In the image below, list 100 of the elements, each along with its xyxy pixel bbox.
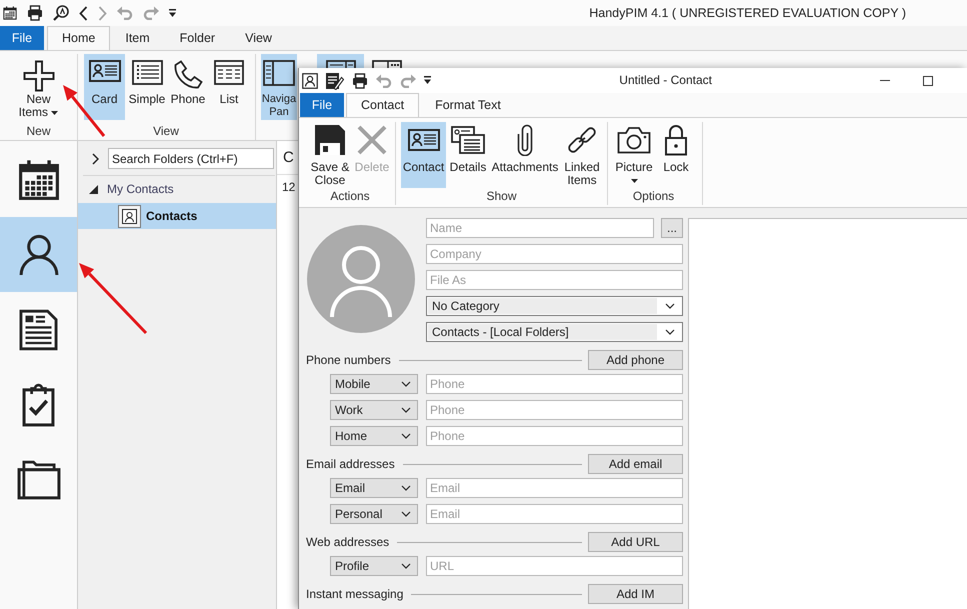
ribbon-tab[interactable]: Item [110,26,165,50]
group-label: Options [632,189,676,205]
lock-button[interactable]: Lock [658,122,694,188]
entry-field[interactable]: Email [426,504,683,524]
group-label: Actions [329,189,371,205]
chevron-left-icon[interactable] [79,6,88,20]
clipboard-check-icon [22,382,55,426]
entry-field[interactable]: Email [426,478,683,498]
entry-field[interactable]: URL [426,556,683,576]
card-icon [408,129,440,151]
ribbon-tab[interactable]: View [230,26,287,50]
calendar-icon[interactable] [3,6,17,20]
column-header: C [283,149,294,166]
printer-icon[interactable] [27,5,43,21]
maximize-icon[interactable] [923,76,933,86]
more-button[interactable]: ... [661,218,683,238]
ribbon-tab[interactable]: Format Text [419,93,517,117]
attachments-button[interactable]: Attachments [490,122,560,188]
add-entry-button[interactable]: Add phone [588,350,683,370]
pane-icon [263,60,295,86]
expanded-triangle-icon [89,184,98,194]
edit-notes-icon[interactable] [326,72,344,90]
entry-field[interactable]: Phone [426,374,683,394]
save-close-button[interactable]: Save & Close [309,122,351,188]
cross-icon [356,124,388,156]
notes-field[interactable] [688,218,967,609]
annotation-arrow [79,263,148,335]
chain-link-icon [566,125,598,155]
picture-button[interactable]: Picture [613,122,655,188]
entry-type-dropdown[interactable]: Personal [330,504,418,524]
entry-type-dropdown[interactable]: Home [330,426,418,446]
entry-field[interactable]: Phone [426,400,683,420]
group-label: New [25,124,52,140]
ribbon-tab[interactable]: Folder [164,26,230,50]
dropdown-caret-icon[interactable] [424,76,431,85]
bulleted-list-icon [132,60,162,85]
chevron-down-icon [401,433,411,439]
chevron-down-icon [665,303,675,309]
group-label: Show [485,189,518,205]
card-view-button[interactable]: Contact [401,122,446,188]
window-title: Untitled - Contact [619,73,712,88]
section-label: Web addresses [306,534,390,550]
list-view-button[interactable]: List [210,54,248,120]
section-label: Instant messaging [306,586,404,602]
group-label: View [152,124,180,140]
company-field[interactable]: Company [426,244,683,264]
pane-button[interactable] [317,54,364,68]
printer-icon[interactable] [352,72,368,88]
cards-icon [451,126,485,154]
entry-type-dropdown[interactable]: Email [330,478,418,498]
magnifier-icon[interactable] [53,5,69,21]
add-entry-button[interactable]: Add email [588,454,683,474]
pane-icon [372,60,402,68]
window-title: HandyPIM 4.1 ( UNREGISTERED EVALUATION COPY ) [589,6,906,20]
caret-icon [51,110,58,115]
camera-icon [617,126,651,154]
folder-icon [16,460,60,500]
entry-field[interactable]: Phone [426,426,683,446]
chevron-down-icon [665,329,675,335]
linked-items-button[interactable]: Linked Items [562,122,602,188]
padlock-icon [664,124,688,156]
paperclip-icon [517,124,533,156]
contact-card-icon[interactable] [302,72,318,88]
card-view-button[interactable]: Card [84,54,125,120]
chevron-right-icon[interactable] [92,152,99,164]
entry-type-dropdown[interactable]: Profile [330,556,418,576]
pane-icon [326,60,356,68]
navigation-pane-button[interactable]: Naviga Pan [261,54,297,120]
phone-view-button[interactable]: Phone [169,54,207,120]
category-dropdown[interactable]: No Category [426,296,683,316]
document-icon [19,308,58,350]
section-label: Phone numbers [306,352,391,368]
details-button[interactable]: Details [448,122,488,188]
file-tab[interactable]: File [300,93,344,117]
entry-type-dropdown[interactable]: Mobile [330,374,418,394]
section-label: Email addresses [306,456,395,472]
chevron-down-icon [401,485,411,491]
simple-view-button[interactable]: Simple [128,54,166,120]
plus-icon [22,60,54,92]
search-field[interactable]: Search Folders (Ctrl+F) [108,148,274,169]
dropdown-caret-icon[interactable] [169,8,176,18]
folder-dropdown[interactable]: Contacts - [Local Folders] [426,322,683,342]
card-icon [88,60,120,82]
ribbon-tab[interactable]: Home [47,26,110,50]
add-entry-button[interactable]: Add IM [588,584,683,604]
entry-type-dropdown[interactable]: Work [330,400,418,420]
ribbon-tab[interactable]: Contact [346,93,420,117]
name-field[interactable]: Name [426,218,654,238]
add-entry-button[interactable]: Add URL [588,532,683,552]
calendar-icon [18,158,60,200]
file-tab[interactable]: File [0,26,44,50]
contacts-nav-button[interactable] [0,217,77,292]
folder-tree-item[interactable]: Contacts [78,203,276,229]
folder-tree-item[interactable]: My Contacts [78,178,276,200]
new-items-button[interactable]: New Items [16,54,60,120]
chevron-down-icon [401,407,411,413]
chevron-down-icon [401,381,411,387]
contact-card-icon [118,204,141,228]
file-as-field[interactable]: File As [426,270,683,290]
person-icon [16,232,60,276]
